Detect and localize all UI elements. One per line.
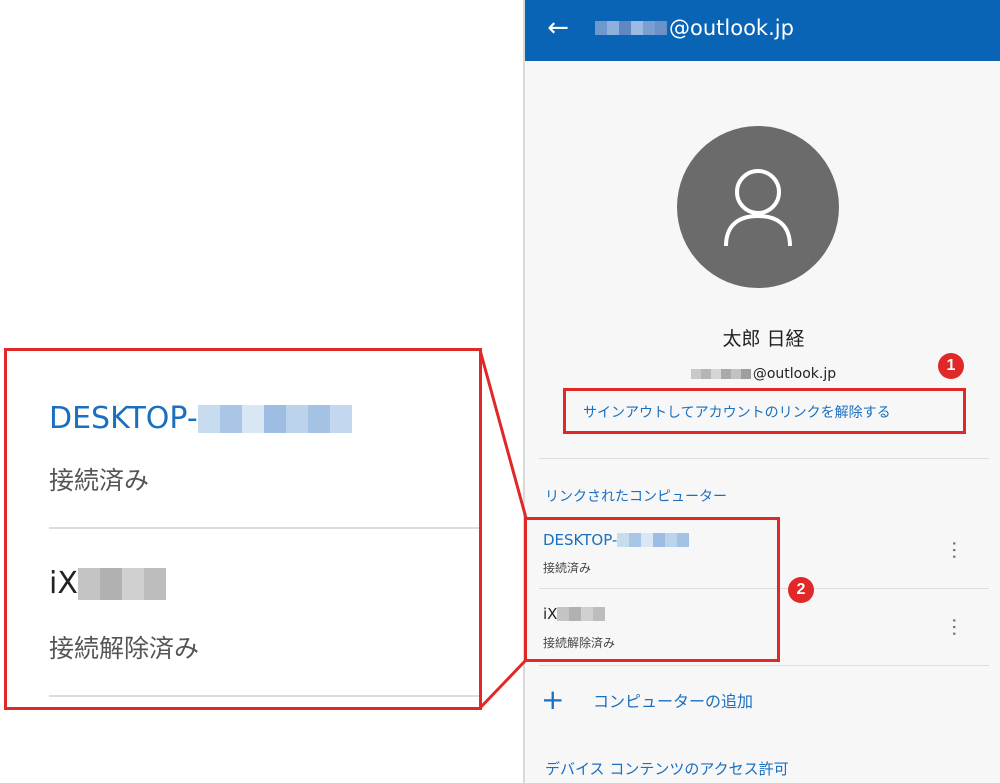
zoom-computer-status: 接続済み <box>49 466 150 495</box>
redacted-text <box>197 404 352 433</box>
zoom-callout: DESKTOP- 接続済み iX 接続解除済み <box>4 348 482 710</box>
redacted-text <box>77 567 166 600</box>
zoom-computer-name: DESKTOP- <box>49 401 354 436</box>
zoom-divider <box>49 695 479 697</box>
zoom-computer-name: iX <box>49 566 168 601</box>
zoom-divider <box>49 527 479 529</box>
zoom-computer-status: 接続解除済み <box>49 634 200 663</box>
